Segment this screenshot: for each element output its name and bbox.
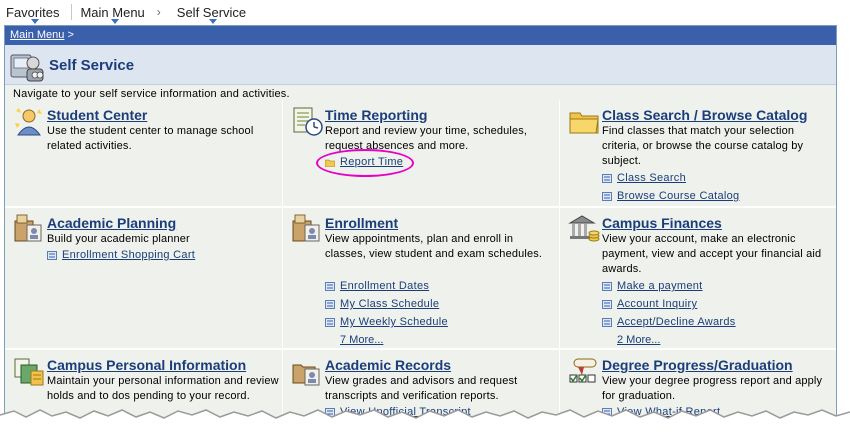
page-title: Self Service bbox=[49, 57, 135, 74]
my-class-schedule-link[interactable]: My Class Schedule bbox=[340, 298, 439, 310]
report-time-link[interactable]: Report Time bbox=[340, 156, 403, 168]
page-instructions: Navigate to your self service informatio… bbox=[13, 88, 290, 100]
enrollment-description: View appointments, plan and enroll in cl… bbox=[325, 233, 543, 260]
student-center-description: Use the student center to manage school … bbox=[47, 125, 254, 152]
account-inquiry-link-row[interactable]: Account Inquiry bbox=[602, 295, 736, 313]
main-menu[interactable]: Main Menu bbox=[74, 4, 154, 24]
breadcrumb-separator: > bbox=[64, 29, 74, 41]
student-center-icon bbox=[15, 108, 42, 136]
report-time-link-row[interactable]: Report Time bbox=[325, 153, 403, 171]
account-inquiry-link[interactable]: Account Inquiry bbox=[617, 298, 697, 310]
time-reporting-links: Report Time bbox=[325, 153, 403, 171]
enrollment-links: Enrollment Dates My Class Schedule My We… bbox=[325, 277, 448, 349]
time-reporting-description: Report and review your time, schedules, … bbox=[325, 125, 528, 152]
breadcrumb-main-menu-link[interactable]: Main Menu bbox=[10, 29, 64, 41]
self-service-icon bbox=[10, 54, 44, 82]
time-reporting-tile: Time Reporting Report and review your ti… bbox=[283, 100, 559, 206]
academic-planning-link[interactable]: Academic Planning bbox=[47, 215, 176, 231]
academic-records-icon bbox=[292, 364, 320, 386]
list-icon bbox=[602, 191, 612, 201]
list-icon bbox=[325, 281, 335, 291]
enrollment-more-link[interactable]: 7 More... bbox=[340, 334, 383, 346]
accept-decline-awards-link-row[interactable]: Accept/Decline Awards bbox=[602, 313, 736, 331]
top-nav: Favorites Main Menu › Self Service bbox=[0, 3, 256, 24]
main-menu-label: Main Menu bbox=[80, 4, 145, 20]
favorites-label: Favorites bbox=[6, 4, 60, 20]
favorites-menu[interactable]: Favorites bbox=[0, 4, 69, 24]
campus-finances-icon bbox=[568, 215, 600, 242]
academic-planning-icon bbox=[14, 214, 42, 242]
folder-icon bbox=[569, 112, 599, 134]
class-search-description: Find classes that match your selection c… bbox=[602, 125, 804, 167]
browse-course-catalog-link-row[interactable]: Browse Course Catalog bbox=[602, 187, 739, 205]
campus-personal-information-icon bbox=[14, 358, 44, 386]
list-icon bbox=[602, 299, 612, 309]
enrollment-shopping-cart-link-row[interactable]: Enrollment Shopping Cart bbox=[47, 246, 195, 264]
enrollment-dates-link[interactable]: Enrollment Dates bbox=[340, 280, 429, 292]
make-a-payment-link[interactable]: Make a payment bbox=[617, 280, 703, 292]
class-search-link[interactable]: Class Search bbox=[617, 172, 686, 184]
folder-icon bbox=[325, 159, 335, 167]
torn-edge-decoration bbox=[0, 409, 850, 437]
campus-personal-information-link[interactable]: Campus Personal Information bbox=[47, 357, 246, 373]
student-center-link[interactable]: Student Center bbox=[47, 107, 147, 123]
my-class-schedule-link-row[interactable]: My Class Schedule bbox=[325, 295, 448, 313]
navigation-grid: Student Center Use the student center to… bbox=[5, 100, 836, 436]
self-service-label: Self Service bbox=[176, 4, 247, 20]
campus-finances-more-link[interactable]: 2 More... bbox=[617, 334, 660, 346]
top-navigation-bar: Favorites Main Menu › Self Service bbox=[0, 0, 850, 24]
dropdown-arrow-icon bbox=[110, 18, 119, 24]
list-icon bbox=[47, 250, 57, 260]
campus-finances-tile: Campus Finances View your account, make … bbox=[560, 208, 836, 348]
list-icon bbox=[602, 317, 612, 327]
accept-decline-awards-link[interactable]: Accept/Decline Awards bbox=[617, 316, 736, 328]
degree-progress-link[interactable]: Degree Progress/Graduation bbox=[602, 357, 793, 373]
chevron-right-icon: › bbox=[156, 5, 161, 19]
campus-finances-links: Make a payment Account Inquiry Accept/De… bbox=[602, 277, 736, 349]
breadcrumb: Main Menu > bbox=[5, 26, 836, 45]
list-icon bbox=[602, 173, 612, 183]
degree-progress-icon bbox=[569, 358, 597, 383]
class-search-link-row[interactable]: Class Search bbox=[602, 169, 739, 187]
academic-planning-description: Build your academic planner bbox=[47, 233, 190, 245]
campus-finances-link[interactable]: Campus Finances bbox=[602, 215, 722, 231]
page-header: Self Service bbox=[5, 45, 836, 85]
browse-course-catalog-link[interactable]: Browse Course Catalog bbox=[617, 190, 739, 202]
list-icon bbox=[325, 299, 335, 309]
breadcrumb-trail: Main Menu > bbox=[10, 29, 74, 41]
enrollment-tile: Enrollment View appointments, plan and e… bbox=[283, 208, 559, 348]
content-frame: Main Menu > Self Service Navigate to you… bbox=[4, 25, 837, 437]
enrollment-dates-link-row[interactable]: Enrollment Dates bbox=[325, 277, 448, 295]
enrollment-shopping-cart-link[interactable]: Enrollment Shopping Cart bbox=[62, 249, 195, 261]
my-weekly-schedule-link-row[interactable]: My Weekly Schedule bbox=[325, 313, 448, 331]
student-center-tile: Student Center Use the student center to… bbox=[5, 100, 281, 206]
self-service-menu[interactable]: Self Service bbox=[171, 4, 256, 24]
dropdown-arrow-icon bbox=[209, 18, 218, 24]
class-search-catalog-link[interactable]: Class Search / Browse Catalog bbox=[602, 107, 807, 123]
time-reporting-icon bbox=[293, 107, 323, 136]
campus-finances-description: View your account, make an electronic pa… bbox=[602, 233, 822, 275]
my-weekly-schedule-link[interactable]: My Weekly Schedule bbox=[340, 316, 448, 328]
make-a-payment-link-row[interactable]: Make a payment bbox=[602, 277, 736, 295]
academic-planning-links: Enrollment Shopping Cart bbox=[47, 246, 195, 264]
class-search-links: Class Search Browse Course Catalog bbox=[602, 169, 739, 205]
academic-planning-tile: Academic Planning Build your academic pl… bbox=[5, 208, 281, 348]
nav-divider bbox=[71, 4, 73, 20]
campus-finances-more-row: 2 More... bbox=[602, 331, 736, 349]
class-search-tile: Class Search / Browse Catalog Find class… bbox=[560, 100, 836, 206]
enrollment-more-row: 7 More... bbox=[325, 331, 448, 349]
academic-records-link[interactable]: Academic Records bbox=[325, 357, 451, 373]
enrollment-link[interactable]: Enrollment bbox=[325, 215, 398, 231]
list-icon bbox=[602, 281, 612, 291]
dropdown-arrow-icon bbox=[30, 18, 39, 24]
list-icon bbox=[325, 317, 335, 327]
time-reporting-link[interactable]: Time Reporting bbox=[325, 107, 427, 123]
enrollment-icon bbox=[292, 214, 320, 242]
